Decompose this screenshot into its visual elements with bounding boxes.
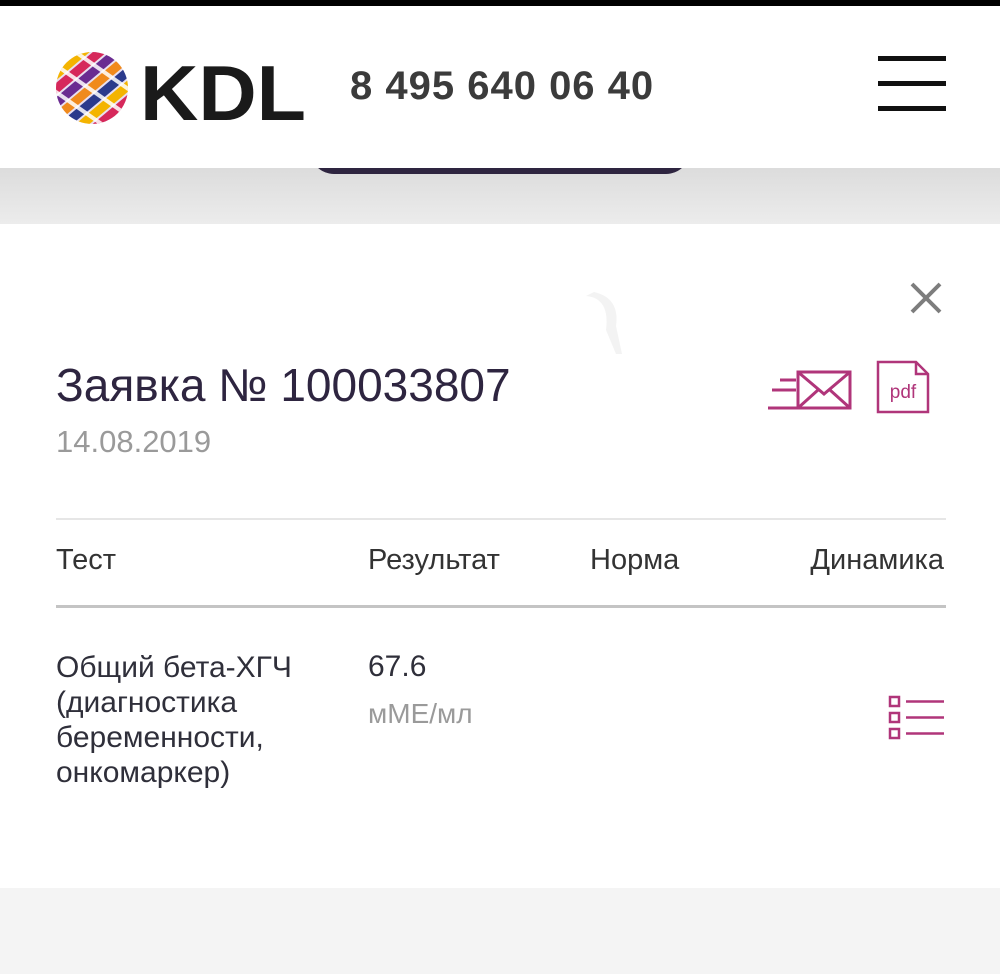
column-header-result: Результат <box>368 544 500 576</box>
menu-button[interactable] <box>876 54 948 114</box>
dynamics-list-icon[interactable] <box>886 694 946 742</box>
send-email-icon[interactable] <box>766 366 856 416</box>
divider <box>56 518 946 520</box>
order-date: 14.08.2019 <box>56 424 212 459</box>
column-header-test: Тест <box>56 544 116 576</box>
hamburger-menu-icon <box>878 56 946 61</box>
site-header: KDL 8 495 640 06 40 <box>0 6 1000 168</box>
modal-backdrop <box>0 168 1000 224</box>
column-header-dynamics: Динамика <box>810 544 944 576</box>
column-header-norm: Норма <box>590 544 680 576</box>
order-modal: Заявка № 100033807 14.08.2019 pdf Тест Р… <box>0 224 1000 888</box>
result-unit: мМЕ/мл <box>368 698 473 729</box>
order-title: Заявка № 100033807 <box>56 359 511 411</box>
kdl-logo[interactable]: KDL <box>56 48 316 128</box>
close-icon[interactable] <box>904 276 948 320</box>
background-quote-icon <box>586 292 622 354</box>
logo-wordmark: KDL <box>140 49 306 128</box>
phone-number[interactable]: 8 495 640 06 40 <box>350 64 654 109</box>
pdf-label: pdf <box>890 382 917 403</box>
table-header-divider <box>56 605 946 608</box>
test-name: Общий бета-ХГЧ (диагностика беременности… <box>56 651 292 789</box>
page-footer-area <box>0 888 1000 974</box>
result-value: 67.6 <box>368 650 427 683</box>
pdf-download-icon[interactable]: pdf <box>876 360 932 416</box>
